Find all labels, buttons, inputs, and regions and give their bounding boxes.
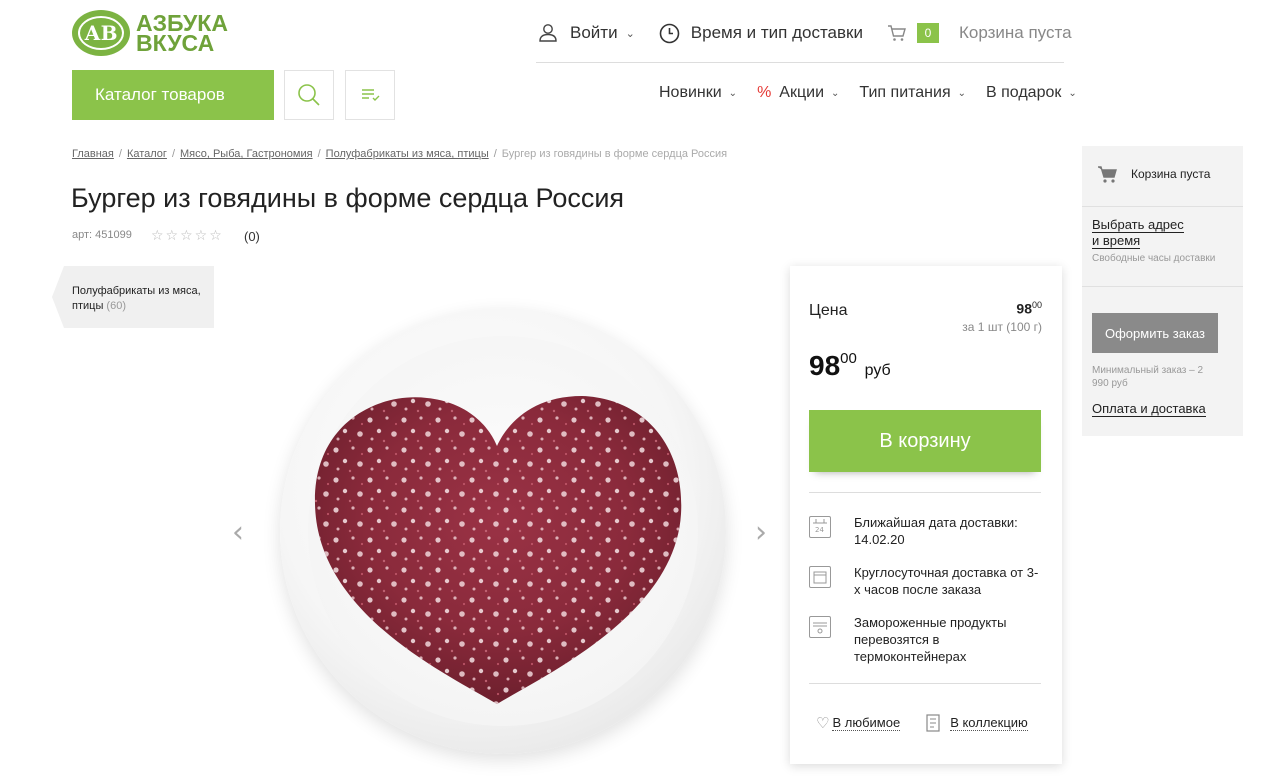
- choose-address-link[interactable]: Выбрать адрес и время: [1092, 217, 1184, 249]
- breadcrumb-current: Бургер из говядины в форме сердца Россия: [501, 148, 728, 160]
- product-gallery: ‹ ›: [225, 290, 780, 776]
- cart-icon: [1098, 166, 1117, 183]
- chevron-down-icon: ⌄: [625, 27, 635, 40]
- thermo-container-icon: [809, 616, 831, 638]
- chevron-down-icon: ⌄: [1068, 87, 1077, 99]
- price-unit: за 1 шт (100 г): [962, 320, 1042, 334]
- price-card: Цена 9800 за 1 шт (100 г) 9800 руб В кор…: [790, 266, 1062, 764]
- svg-text:24: 24: [815, 526, 824, 534]
- calendar-icon: 24: [809, 516, 831, 538]
- delivery-hours-text: Свободные часы доставки: [1092, 253, 1216, 264]
- nav-new[interactable]: Новинки ⌄: [659, 84, 737, 102]
- divider: [809, 492, 1041, 493]
- header-divider: [536, 62, 1064, 63]
- breadcrumb-meat-fish[interactable]: Мясо, Рыба, Гастрономия: [180, 148, 313, 160]
- page-title: Бургер из говядины в форме сердца Россия: [71, 183, 625, 213]
- payment-delivery-link[interactable]: Оплата и доставка: [1092, 401, 1206, 417]
- info-delivery-24h: Круглосуточная доставка от 3-х часов пос…: [809, 564, 1041, 598]
- search-icon: [298, 84, 320, 106]
- breadcrumb-home[interactable]: Главная: [72, 148, 114, 160]
- logo-mark: АВ: [72, 10, 130, 56]
- breadcrumb-semi-finished[interactable]: Полуфабрикаты из мяса, птицы: [326, 148, 489, 160]
- gallery-prev-arrow[interactable]: ‹: [232, 515, 244, 550]
- user-icon: [539, 24, 557, 42]
- add-to-collection-button[interactable]: В коллекцию: [926, 714, 1028, 732]
- min-order-text: Минимальный заказ – 2 990 руб: [1092, 365, 1204, 389]
- cart-status: Корзина пуста: [958, 23, 1072, 42]
- nav-gift[interactable]: В подарок ⌄: [986, 84, 1077, 102]
- breadcrumb: Главная / Каталог / Мясо, Рыба, Гастроно…: [72, 148, 728, 160]
- delivery-time-button[interactable]: Время и тип доставки: [659, 23, 863, 44]
- breadcrumb-catalog[interactable]: Каталог: [127, 148, 167, 160]
- cart-count-badge: 0: [916, 23, 939, 43]
- clock-icon: [659, 23, 680, 43]
- checkout-button[interactable]: Оформить заказ: [1092, 313, 1218, 353]
- side-cart-panel: Корзина пуста Выбрать адрес и время Свобо…: [1082, 146, 1243, 436]
- info-delivery-date: 24 Ближайшая дата доставки: 14.02.20: [809, 514, 1041, 548]
- side-cart[interactable]: Корзина пуста: [1097, 164, 1210, 184]
- product-sku: арт: 451099: [72, 229, 132, 241]
- add-to-cart-button[interactable]: В корзину: [809, 410, 1041, 472]
- product-actions: ♡ В любимое В коллекцию: [816, 714, 1054, 732]
- clock-icon: [809, 566, 831, 588]
- shopping-list-button[interactable]: [345, 70, 395, 120]
- add-to-favorites-button[interactable]: ♡ В любимое: [816, 714, 901, 732]
- unit-price: 9800: [1016, 300, 1042, 317]
- nav-diet[interactable]: Тип питания ⌄: [859, 84, 966, 102]
- logo-text: АЗБУКА ВКУСА: [136, 10, 228, 56]
- login-button[interactable]: Войти ⌄: [538, 23, 635, 43]
- divider: [809, 683, 1041, 684]
- search-button[interactable]: [284, 70, 334, 120]
- rating-stars[interactable]: ☆☆☆☆☆: [151, 227, 224, 244]
- price-label: Цена: [809, 302, 848, 319]
- sub-nav: Новинки ⌄ % Акции ⌄ Тип питания ⌄ В пода…: [659, 84, 1077, 102]
- top-nav: Войти ⌄ Время и тип доставки 0 Корзина п…: [538, 18, 1072, 48]
- heart-icon: ♡: [816, 715, 830, 732]
- chevron-down-icon: ⌄: [728, 87, 738, 99]
- percent-icon: %: [757, 84, 772, 101]
- category-tag[interactable]: Полуфабрикаты из мяса, птицы (60): [52, 266, 214, 328]
- gallery-next-arrow[interactable]: ›: [755, 515, 767, 550]
- collection-icon: [926, 714, 940, 732]
- list-icon: [362, 89, 380, 101]
- logo[interactable]: АВ АЗБУКА ВКУСА: [72, 10, 232, 56]
- reviews-count[interactable]: (0): [244, 229, 260, 244]
- heart-patty-image: [314, 396, 682, 704]
- header-cart[interactable]: 0 Корзина пуста: [887, 23, 1072, 43]
- catalog-button[interactable]: Каталог товаров: [72, 70, 274, 120]
- nav-sale[interactable]: % Акции ⌄: [757, 84, 839, 102]
- total-price: 9800 руб: [809, 350, 891, 381]
- cart-icon: [887, 25, 906, 41]
- chevron-down-icon: ⌄: [957, 87, 966, 99]
- chevron-down-icon: ⌄: [831, 87, 840, 99]
- info-frozen: Замороженные продукты перевозятся в терм…: [809, 614, 1041, 665]
